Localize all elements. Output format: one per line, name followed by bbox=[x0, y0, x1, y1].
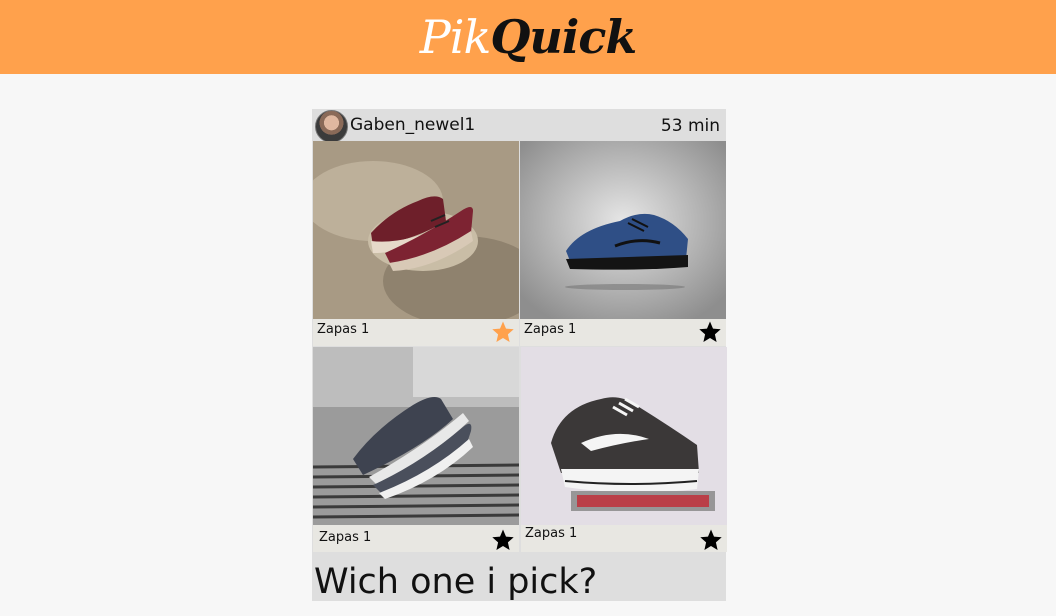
star-icon[interactable] bbox=[699, 528, 723, 552]
username[interactable]: Gaben_newel1 bbox=[350, 115, 475, 135]
option-label: Zapas 1 bbox=[524, 322, 577, 337]
logo-part-pik: Pik bbox=[419, 10, 492, 64]
logo-part-quick: Quick bbox=[490, 10, 637, 64]
option-footer: Zapas 1 bbox=[313, 525, 519, 552]
option-footer: Zapas 1 bbox=[521, 525, 727, 552]
post-card: Gaben_newel1 53 min Zapas 1 Zapas 1 Zapa… bbox=[312, 109, 727, 602]
option-label: Zapas 1 bbox=[525, 526, 578, 541]
shoe-image[interactable] bbox=[520, 141, 726, 319]
option-footer: Zapas 1 bbox=[520, 319, 726, 346]
post-question: Wich one i pick? bbox=[314, 562, 598, 602]
star-icon[interactable] bbox=[491, 320, 515, 344]
avatar[interactable] bbox=[315, 110, 348, 143]
shoe-image[interactable] bbox=[521, 347, 727, 525]
option-label: Zapas 1 bbox=[317, 322, 370, 337]
post-header: Gaben_newel1 53 min bbox=[312, 109, 726, 143]
option-label: Zapas 1 bbox=[319, 530, 372, 545]
shoe-image[interactable] bbox=[313, 141, 519, 319]
star-icon[interactable] bbox=[698, 320, 722, 344]
pikquick-logo[interactable]: PikQuick bbox=[420, 14, 637, 60]
post-time: 53 min bbox=[660, 116, 720, 136]
top-bar: PikQuick bbox=[0, 0, 1056, 74]
star-icon[interactable] bbox=[491, 528, 515, 552]
shoe-image[interactable] bbox=[313, 347, 519, 525]
option-footer: Zapas 1 bbox=[313, 319, 519, 346]
